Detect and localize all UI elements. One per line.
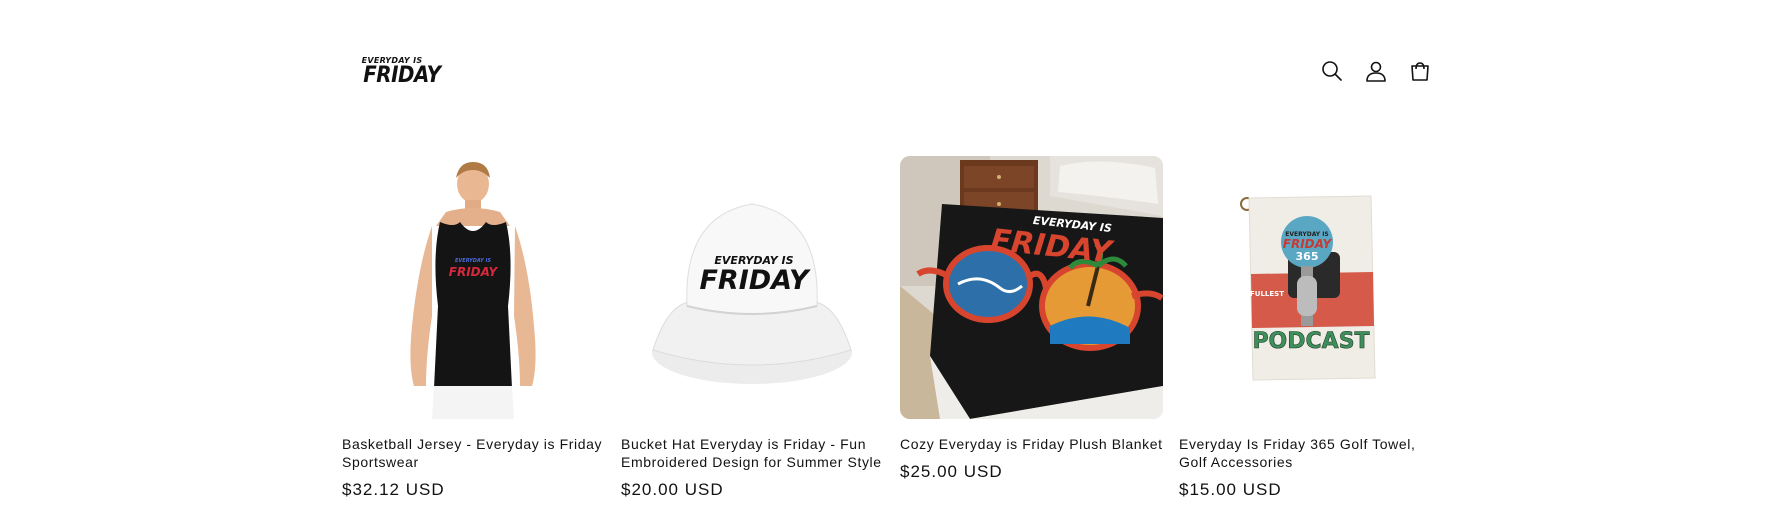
- product-image-jersey[interactable]: EVERYDAY IS FRIDAY: [342, 156, 605, 419]
- site-header: EVERYDAY IS FRIDAY: [0, 0, 1784, 140]
- product-price: $20.00 USD: [621, 480, 724, 499]
- jersey-print-line-1: EVERYDAY IS: [455, 258, 491, 264]
- header-icons: [1320, 58, 1432, 84]
- hat-print-line-2: FRIDAY: [699, 265, 810, 296]
- account-button[interactable]: [1364, 58, 1388, 84]
- product-card[interactable]: EVERYDAY IS FRIDAY 365 FULLEST PODCAST E…: [1179, 156, 1442, 500]
- search-icon: [1322, 61, 1342, 81]
- product-title[interactable]: Bucket Hat Everyday is Friday - Fun Embr…: [621, 435, 884, 471]
- search-button[interactable]: [1320, 58, 1344, 84]
- towel-print-line-2: FRIDAY: [1283, 237, 1333, 251]
- site-logo[interactable]: EVERYDAY IS FRIDAY: [360, 56, 441, 90]
- product-card[interactable]: EVERYDAY IS FRIDAY Basketball Jersey - E…: [342, 156, 605, 500]
- product-title[interactable]: Cozy Everyday is Friday Plush Blanket: [900, 435, 1163, 453]
- product-price: $15.00 USD: [1179, 480, 1282, 499]
- product-card[interactable]: EVERYDAY IS FRIDAY Cozy Everyday is Frid…: [900, 156, 1163, 500]
- cart-button[interactable]: [1408, 58, 1432, 84]
- product-price: $32.12 USD: [342, 480, 445, 499]
- blanket-image: EVERYDAY IS FRIDAY: [900, 156, 1163, 419]
- product-title[interactable]: Basketball Jersey - Everyday is Friday S…: [342, 435, 605, 471]
- jersey-print-line-2: FRIDAY: [449, 265, 499, 279]
- golf-towel-image: EVERYDAY IS FRIDAY 365 FULLEST PODCAST: [1240, 195, 1376, 381]
- product-image-golf-towel[interactable]: EVERYDAY IS FRIDAY 365 FULLEST PODCAST: [1179, 156, 1442, 419]
- towel-print-365: 365: [1296, 250, 1319, 263]
- cart-icon: [1411, 62, 1429, 81]
- product-grid: EVERYDAY IS FRIDAY Basketball Jersey - E…: [342, 156, 1442, 500]
- logo-line-2: FRIDAY: [363, 63, 441, 88]
- product-title[interactable]: Everyday Is Friday 365 Golf Towel, Golf …: [1179, 435, 1442, 471]
- account-icon: [1366, 61, 1386, 82]
- product-image-bucket-hat[interactable]: EVERYDAY IS FRIDAY: [621, 156, 884, 419]
- product-price: $25.00 USD: [900, 462, 1003, 481]
- jersey-image: EVERYDAY IS FRIDAY: [410, 162, 536, 419]
- bucket-hat-image: EVERYDAY IS FRIDAY: [652, 203, 852, 384]
- towel-print-fullest: FULLEST: [1250, 290, 1284, 298]
- product-image-blanket[interactable]: EVERYDAY IS FRIDAY: [900, 156, 1163, 419]
- towel-print-podcast: PODCAST: [1252, 329, 1369, 354]
- product-card[interactable]: EVERYDAY IS FRIDAY Bucket Hat Everyday i…: [621, 156, 884, 500]
